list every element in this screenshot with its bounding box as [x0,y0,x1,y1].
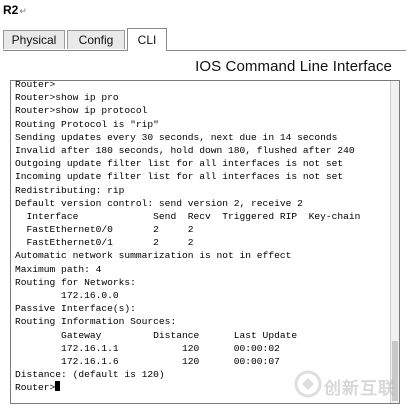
console-line: Outgoing update filter list for all inte… [15,158,344,170]
console-line: FastEthernet0/1 2 2 [15,237,194,249]
tab-config[interactable]: Config [67,30,125,49]
console-line: Invalid after 180 seconds, hold down 180… [15,144,355,156]
scrollbar-thumb[interactable] [392,341,398,401]
page-title: IOS Command Line Interface [195,58,392,75]
device-caption: R2↵ [3,3,27,17]
console-line: Sending updates every 30 seconds, next d… [15,131,338,143]
cli-console[interactable]: Router> Router>show ip pro Router>show ip … [10,80,400,404]
console-line: Redistributing: rip [15,184,125,196]
tab-physical[interactable]: Physical [3,30,65,49]
return-mark: ↵ [19,6,27,16]
console-line: Default version control: send version 2,… [15,197,303,209]
console-line: 172.16.0.0 [15,290,119,301]
text-cursor [55,381,61,392]
console-line: Routing Information Sources: [15,316,177,328]
device-name: R2 [3,3,19,17]
console-line: Incoming update filter list for all inte… [15,171,344,183]
console-line: 172.16.1.1 120 00:00:02 [15,342,280,354]
tab-cli[interactable]: CLI [127,28,167,51]
tab-bar: Physical Config CLI [3,28,406,51]
console-line: Router>show ip protocol [15,105,148,117]
console-line: Maximum path: 4 [15,263,102,275]
console-output: Router> Router>show ip pro Router>show ip … [15,80,361,395]
console-line: Router> [15,80,56,90]
console-line: Automatic network summarization is not i… [15,250,292,262]
console-line: 172.16.1.6 120 00:00:07 [15,355,280,367]
console-line: Router>show ip pro [15,92,119,104]
console-line: Routing for Networks: [15,276,136,288]
console-line: FastEthernet0/0 2 2 [15,224,194,236]
console-line: Passive Interface(s): [15,303,136,315]
console-line: Distance: (default is 120) [15,369,165,381]
console-line: Router> [15,381,360,394]
console-line: Interface Send Recv Triggered RIP Key-ch… [15,210,361,222]
console-line: Routing Protocol is "rip" [15,118,159,130]
console-line: Gateway Distance Last Update [15,329,298,341]
console-scrollbar[interactable] [390,81,399,403]
